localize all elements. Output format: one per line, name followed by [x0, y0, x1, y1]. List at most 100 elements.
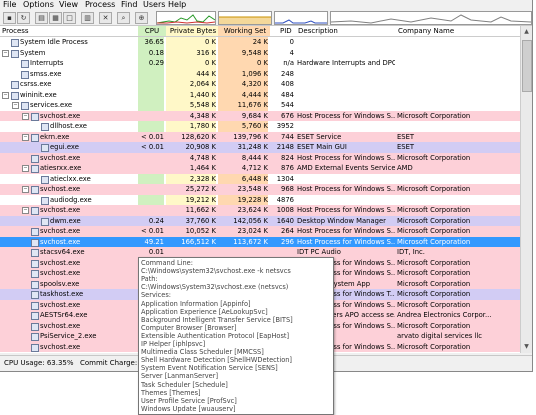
window-icon[interactable]: □ [63, 12, 76, 24]
process-icon [31, 133, 39, 142]
process-row[interactable]: svchost.exe 49.21 166,512 K 113,672 K 296 Hos… [0, 236, 520, 247]
scroll-thumb[interactable] [522, 40, 532, 92]
process-row[interactable]: svchost.exe 4,748 K 8,444 K 824 Host Process… [0, 152, 520, 163]
vertical-scrollbar[interactable]: ▲ ▼ [520, 26, 532, 353]
company-value: AMD [397, 164, 413, 172]
company-value: Microsoft Corporation [397, 153, 471, 162]
lower-pane-icon[interactable]: ▥ [81, 12, 94, 24]
company-value [397, 121, 519, 132]
cpu-value [138, 205, 164, 216]
private-bytes-value: 10,052 K [185, 227, 216, 235]
collapse-icon[interactable]: − [22, 186, 29, 193]
refresh-icon[interactable]: ↻ [17, 12, 30, 24]
activity-graph[interactable] [330, 11, 532, 25]
collapse-icon[interactable]: − [22, 133, 29, 141]
menu-process[interactable]: Process [85, 0, 115, 10]
company-value: Microsoft Corporation [397, 216, 471, 225]
working-set-value: 23,024 K [237, 227, 268, 235]
find-icon[interactable]: ⌕ [117, 12, 130, 24]
kill-process-icon[interactable]: ✕ [99, 12, 112, 24]
description-value [297, 174, 395, 185]
process-row[interactable]: − services.exe 5,548 K 11,676 K 544 [0, 100, 520, 111]
process-row[interactable]: − svchost.exe 25,272 K 23,548 K 968 Host Proc… [0, 184, 520, 195]
process-row[interactable]: − svchost.exe 4,348 K 9,684 K 676 Host Proces… [0, 110, 520, 121]
toolbar: ▪ ↻ ▤ ▦ □ ▥ ✕ ⌕ ⊕ [0, 10, 532, 26]
process-name: svchost.exe [40, 321, 81, 330]
process-row[interactable]: System Idle Process 36.65 0 K 24 K 0 [0, 37, 520, 48]
collapse-icon[interactable]: − [12, 102, 19, 109]
working-set-value [218, 247, 268, 258]
cpu-graph[interactable] [156, 11, 216, 25]
process-row[interactable]: − atiesrxx.exe 1,464 K 4,712 K 876 AMD Extern… [0, 163, 520, 174]
process-row[interactable]: svchost.exe < 0.01 10,052 K 23,024 K 264 Host… [0, 226, 520, 237]
process-name: atieclxx.exe [50, 174, 91, 183]
collapse-icon[interactable]: − [2, 49, 9, 57]
working-set-value: 142,056 K [233, 216, 268, 225]
pid-value: 2148 [276, 143, 294, 151]
description-value: Host Process for Windows S... [297, 227, 395, 235]
menu-help[interactable]: Help [168, 0, 186, 10]
process-row[interactable]: audiodg.exe 19,212 K 19,228 K 4876 [0, 194, 520, 205]
process-name: AESTSr64.exe [40, 311, 88, 319]
process-row[interactable]: − System 0.18 316 K 9,548 K 4 [0, 47, 520, 58]
company-value: Microsoft Corporation [397, 279, 471, 288]
private-bytes-value: 316 K [166, 47, 216, 58]
description-value [297, 90, 395, 101]
process-row[interactable]: Interrupts 0.29 0 K0 Kn/a Hardware Interrup… [0, 58, 520, 69]
save-icon[interactable]: ▪ [3, 12, 16, 24]
menu-find[interactable]: Find [121, 0, 137, 10]
process-row[interactable]: atieclxx.exe 2,328 K 6,448 K 1304 [0, 173, 520, 185]
process-row[interactable]: smss.exe 444 K 1,096 K 248 [0, 68, 520, 79]
company-value [397, 79, 519, 90]
process-name: wininit.exe [20, 90, 57, 99]
find-handle-icon[interactable]: ⊕ [135, 12, 148, 24]
pid-value: 4 [289, 48, 294, 57]
col-private-bytes[interactable]: Private Bytes [166, 26, 218, 36]
col-cpu[interactable]: CPU [138, 26, 166, 36]
process-icon [21, 70, 29, 79]
process-row[interactable]: stacsv64.exe 0.01 IDT PC Audio IDT, Inc. [0, 247, 520, 258]
col-working-set[interactable]: Working Set [218, 26, 270, 36]
col-pid[interactable]: PID [278, 26, 298, 36]
scroll-up-icon[interactable]: ▲ [522, 27, 531, 36]
col-company[interactable]: Company Name [396, 26, 520, 36]
company-value: Microsoft Corporation [397, 185, 471, 193]
menu-options[interactable]: Options [23, 0, 54, 10]
description-value: Host Process for Windows S... [297, 111, 395, 120]
process-row[interactable]: dllhost.exe 1,780 K 5,760 K 3952 [0, 121, 520, 132]
process-row[interactable]: − svchost.exe 11,662 K 23,624 K 1008 Host Pro… [0, 205, 520, 216]
process-name: svchost.exe [40, 206, 81, 214]
system-info-icon[interactable]: ▤ [35, 12, 48, 24]
private-bytes-value [166, 247, 216, 258]
pid-value: 968 [281, 185, 294, 193]
collapse-icon[interactable]: − [22, 165, 29, 172]
cpu-value: 0.29 [138, 58, 164, 69]
menu-users[interactable]: Users [143, 0, 165, 10]
tree-view-icon[interactable]: ▦ [49, 12, 62, 24]
process-row[interactable]: csrss.exe 2,064 K 4,320 K 408 [0, 79, 520, 90]
process-icon [31, 228, 39, 236]
process-icon [41, 217, 49, 226]
process-row[interactable]: − wininit.exe 1,440 K 4,444 K 484 [0, 89, 520, 101]
process-row[interactable]: − ekrn.exe < 0.01 128,620 K 139,796 K 744 ESET… [0, 131, 520, 142]
working-set-value: 139,796 K [233, 132, 268, 141]
process-row[interactable]: egui.exe < 0.01 20,908 K 31,248 K 2148 ESET M… [0, 142, 520, 153]
commit-graph[interactable] [218, 11, 272, 25]
process-name: PsiService_2.exe [40, 332, 97, 340]
collapse-icon[interactable]: − [22, 112, 29, 120]
private-bytes-value: 2,064 K [166, 79, 216, 90]
company-value: Microsoft Corporation [397, 269, 471, 277]
scroll-down-icon[interactable]: ▼ [522, 342, 531, 351]
process-name: egui.exe [50, 143, 79, 151]
col-description[interactable]: Description [296, 26, 396, 36]
process-name: spoolsv.exe [40, 279, 80, 288]
collapse-icon[interactable]: − [22, 207, 29, 214]
private-bytes-value: 0 K [166, 37, 216, 48]
description-value: IDT PC Audio [297, 248, 341, 256]
col-process[interactable]: Process [0, 26, 138, 36]
menu-view[interactable]: View [59, 0, 78, 10]
process-row[interactable]: dwm.exe 0.24 37,760 K 142,056 K 1640 Desktop … [0, 215, 520, 226]
menu-file[interactable]: File [3, 0, 16, 10]
io-graph[interactable] [274, 11, 328, 25]
collapse-icon[interactable]: − [2, 91, 9, 99]
